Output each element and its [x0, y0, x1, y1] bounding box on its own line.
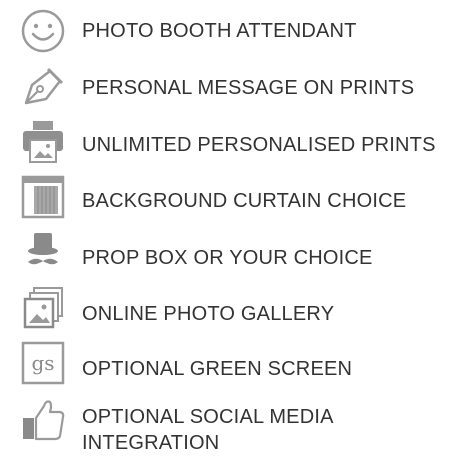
top-hat-mustache-icon — [20, 230, 66, 276]
feature-label-line1: OPTIONAL SOCIAL MEDIA — [82, 406, 334, 428]
feature-label: BACKGROUND CURTAIN CHOICE — [82, 190, 407, 212]
thumbs-up-icon — [20, 396, 66, 442]
features-list: PHOTO BOOTH ATTENDANT PERSONAL MESSAGE O… — [0, 0, 466, 471]
feature-label: PHOTO BOOTH ATTENDANT — [82, 20, 357, 42]
printer-icon — [20, 118, 66, 164]
green-screen-icon: gs — [20, 340, 66, 386]
photo-stack-icon — [20, 285, 66, 331]
feature-label: PERSONAL MESSAGE ON PRINTS — [82, 77, 415, 99]
curtain-icon — [20, 174, 66, 220]
feature-label: OPTIONAL GREEN SCREEN — [82, 358, 353, 380]
pen-nib-icon — [20, 63, 66, 109]
feature-label: PROP BOX OR YOUR CHOICE — [82, 247, 373, 269]
smiley-face-icon — [20, 8, 66, 54]
feature-label: ONLINE PHOTO GALLERY — [82, 303, 335, 325]
green-screen-icon-text: gs — [31, 351, 54, 375]
feature-label: UNLIMITED PERSONALISED PRINTS — [82, 134, 436, 156]
feature-label-line2: INTEGRATION — [82, 432, 220, 454]
